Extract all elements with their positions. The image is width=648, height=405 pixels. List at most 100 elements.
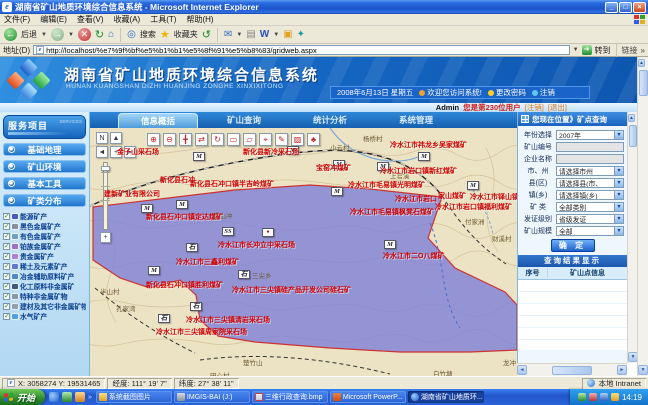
back-icon[interactable]: ←: [4, 28, 17, 41]
mine-marker[interactable]: 石: [158, 314, 170, 323]
field-control[interactable]: 2007年 ▼: [556, 130, 624, 140]
back-dropdown-icon[interactable]: ▼: [41, 32, 47, 38]
ie-quicklaunch-icon[interactable]: [49, 392, 59, 402]
mine-marker[interactable]: SS: [222, 227, 234, 236]
page-scrollbar[interactable]: ▲ ▼: [637, 57, 648, 376]
map-tool-button[interactable]: ⌖: [259, 133, 272, 146]
checkbox-checked-icon[interactable]: ✓: [3, 223, 10, 230]
desktop-quicklaunch-icon[interactable]: [62, 392, 72, 402]
refresh-icon[interactable]: ↻: [95, 28, 104, 41]
checkbox-checked-icon[interactable]: ✓: [3, 293, 10, 300]
menu-item[interactable]: 工具(T): [150, 14, 176, 25]
favorites-icon[interactable]: ★: [160, 28, 170, 41]
checkbox-checked-icon[interactable]: ✓: [3, 263, 10, 270]
tab[interactable]: 统计分析: [290, 112, 370, 128]
mail-dropdown-icon[interactable]: ▼: [236, 32, 242, 38]
mail-icon[interactable]: ✉: [224, 29, 232, 40]
sidebar-menu-button[interactable]: 基础地理: [3, 143, 86, 156]
back-label[interactable]: 后退: [21, 29, 37, 40]
layer-item[interactable]: ✓ 铂族金属矿产: [3, 241, 86, 251]
address-input[interactable]: e http://localhost/%e7%9f%bf%e5%b1%b1%e5…: [33, 45, 569, 55]
checkbox-checked-icon[interactable]: ✓: [3, 213, 10, 220]
layer-item[interactable]: ✓ 水气矿产: [3, 311, 86, 321]
map-viewport[interactable]: N ▲ ◄ + ► + ⊕⊖╋⇄↻▭▱⌖✎▨♣ MMMMMMMMMMMSS●石石…: [90, 128, 517, 376]
field-control[interactable]: ▼: [556, 154, 624, 164]
change-password-link[interactable]: 更改密码: [496, 88, 526, 97]
minimize-button[interactable]: _: [605, 2, 618, 13]
menu-item[interactable]: 查看(V): [77, 14, 104, 25]
edit-icon[interactable]: W: [260, 29, 269, 40]
messenger-icon[interactable]: ✦: [297, 29, 305, 40]
checkbox-checked-icon[interactable]: ✓: [3, 233, 10, 240]
forward-icon[interactable]: →: [51, 28, 64, 41]
dropdown-arrow-icon[interactable]: ▼: [614, 191, 623, 199]
scroll-left-icon[interactable]: ◄: [517, 365, 527, 375]
field-control[interactable]: 省级发证 ▼: [556, 214, 624, 224]
tab[interactable]: 信息概括: [118, 113, 198, 128]
map-tool-button[interactable]: ♣: [307, 133, 320, 146]
page-scroll-down-icon[interactable]: ▼: [638, 365, 648, 375]
mine-marker[interactable]: 石: [238, 270, 250, 279]
mine-marker[interactable]: M: [193, 152, 205, 161]
media-quicklaunch-icon[interactable]: [75, 392, 85, 402]
layer-item[interactable]: ✓ 能源矿产: [3, 211, 86, 221]
links-label[interactable]: 链接: [622, 45, 638, 56]
layer-item[interactable]: ✓ 贵金属矿产: [3, 251, 86, 261]
mine-marker[interactable]: 石: [186, 243, 198, 252]
checkbox-checked-icon[interactable]: ✓: [3, 273, 10, 280]
maximize-button[interactable]: □: [619, 2, 632, 13]
taskbar-task[interactable]: IMGIS-BAI (J:): [174, 391, 250, 403]
network-tray-icon[interactable]: [600, 393, 608, 401]
map-tool-button[interactable]: ▭: [227, 133, 240, 146]
mine-marker[interactable]: M: [331, 187, 343, 196]
taskbar-task[interactable]: 系统截图图片: [96, 391, 172, 403]
history-icon[interactable]: ↺: [202, 28, 211, 41]
forward-dropdown-icon[interactable]: ▼: [68, 32, 74, 38]
folders-icon[interactable]: ▣: [283, 29, 292, 40]
address-url[interactable]: http://localhost/%e7%9f%bf%e5%b1%b1%e5%8…: [46, 46, 317, 55]
tab[interactable]: 系统管理: [376, 112, 456, 128]
field-control[interactable]: 请选择市州 ▼: [556, 166, 624, 176]
dropdown-arrow-icon[interactable]: ▼: [614, 203, 623, 211]
alert-tray-icon[interactable]: [589, 393, 597, 401]
layer-item[interactable]: ✓ 有色金属矿产: [3, 231, 86, 241]
zoom-out-button[interactable]: +: [100, 232, 111, 243]
search-label[interactable]: 搜索: [140, 29, 156, 40]
favorites-label[interactable]: 收藏夹: [174, 29, 198, 40]
taskbar-task[interactable]: Microsoft PowerP...: [330, 391, 406, 403]
dropdown-arrow-icon[interactable]: ▼: [614, 215, 623, 223]
mine-marker[interactable]: M: [384, 240, 396, 249]
taskbar-task[interactable]: 三维行政查询.bmp: [252, 391, 328, 403]
checkbox-checked-icon[interactable]: ✓: [3, 283, 10, 290]
home-icon[interactable]: ⌂: [108, 29, 114, 40]
tab[interactable]: 矿山查询: [204, 112, 284, 128]
scroll-up-icon[interactable]: ▲: [628, 114, 635, 122]
page-scroll-up-icon[interactable]: ▲: [638, 59, 645, 67]
map-tool-button[interactable]: ╋: [179, 133, 192, 146]
checkbox-checked-icon[interactable]: ✓: [3, 313, 10, 320]
menu-item[interactable]: 帮助(H): [186, 14, 213, 25]
scroll-right-icon[interactable]: ►: [617, 365, 627, 375]
dropdown-arrow-icon[interactable]: ▼: [614, 167, 623, 175]
mine-marker[interactable]: ●: [262, 228, 274, 237]
start-button[interactable]: 开始: [0, 389, 45, 405]
menu-item[interactable]: 文件(F): [4, 14, 30, 25]
field-control[interactable]: ▼: [556, 142, 624, 152]
map-tool-button[interactable]: ▱: [243, 133, 256, 146]
dropdown-arrow-icon[interactable]: ▼: [614, 131, 623, 139]
menu-item[interactable]: 收藏(A): [114, 14, 141, 25]
taskbar-task[interactable]: 湖南省矿山地质环...: [408, 391, 484, 403]
map-tool-button[interactable]: ↻: [211, 133, 224, 146]
map-tool-button[interactable]: ⇄: [195, 133, 208, 146]
mine-marker[interactable]: 石: [190, 302, 202, 311]
dropdown-arrow-icon[interactable]: ▼: [614, 179, 623, 187]
menu-item[interactable]: 编辑(E): [40, 14, 67, 25]
zoom-slider-handle[interactable]: [101, 166, 110, 171]
stop-icon[interactable]: ✕: [78, 28, 91, 41]
go-icon[interactable]: ➜: [582, 45, 592, 55]
map-tool-button[interactable]: ⊕: [147, 133, 160, 146]
volume-tray-icon[interactable]: [611, 393, 619, 401]
layer-item[interactable]: ✓ 冶金辅助原料矿产: [3, 271, 86, 281]
checkbox-checked-icon[interactable]: ✓: [3, 243, 10, 250]
antivirus-tray-icon[interactable]: [578, 393, 586, 401]
